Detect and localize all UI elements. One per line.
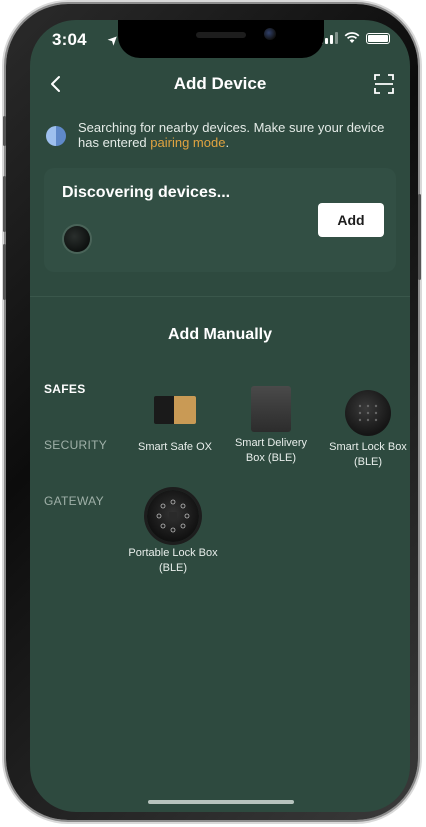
category-security[interactable]: SECURITY (44, 438, 107, 452)
power-button (418, 194, 421, 280)
smart-safe-image (154, 396, 196, 424)
wifi-icon (344, 32, 360, 43)
phone-frame: 3:04 ➤ Add Device Searching for nearby d… (3, 4, 421, 820)
notch (118, 20, 324, 58)
status-icons (320, 32, 390, 44)
speaker-grille (196, 32, 246, 38)
search-info-text: Searching for nearby devices. Make sure … (78, 120, 396, 150)
add-manually-title: Add Manually (167, 326, 272, 343)
category-gateway[interactable]: GATEWAY (44, 494, 104, 508)
device-label: Smart Delivery Box (BLE) (234, 437, 308, 464)
device-smart-safe-ox[interactable]: Smart Safe OX (130, 386, 220, 455)
section-divider (30, 296, 410, 297)
category-safes[interactable]: SAFES (44, 382, 86, 396)
lock-box-image (345, 390, 391, 436)
volume-up-button (3, 176, 6, 232)
scan-qr-icon[interactable] (372, 72, 396, 96)
keypad-ring (156, 499, 190, 533)
device-smart-lock-box[interactable]: Smart Lock Box (BLE) (323, 390, 410, 470)
status-time: 3:04 (52, 30, 87, 49)
add-button[interactable]: Add (318, 203, 384, 237)
battery-icon (366, 32, 390, 44)
discovered-device-icon[interactable] (64, 226, 90, 252)
home-indicator[interactable] (148, 800, 294, 804)
info-text: Searching for nearby devices. Make sure … (78, 120, 385, 150)
keypad-dots (358, 404, 378, 422)
device-label: Smart Lock Box (BLE) (329, 441, 407, 468)
bluetooth-search-icon (46, 126, 66, 146)
device-portable-lock-box[interactable]: Portable Lock Box (BLE) (128, 490, 218, 576)
page-title: Add Device (173, 74, 267, 93)
discovering-card: Discovering devices... Add (44, 168, 396, 272)
device-label: Portable Lock Box (BLE) (128, 547, 218, 574)
front-camera (264, 28, 276, 40)
device-label: Smart Safe OX (138, 441, 212, 453)
discovering-title: Discovering devices... (62, 184, 231, 201)
volume-down-button (3, 244, 6, 300)
pairing-mode-link[interactable]: pairing mode (150, 135, 225, 150)
device-smart-delivery-box[interactable]: Smart Delivery Box (BLE) (226, 386, 316, 466)
info-suffix: . (225, 135, 230, 150)
portable-lock-box-image (147, 490, 199, 542)
delivery-box-image (251, 386, 291, 432)
app-screen: 3:04 ➤ Add Device Searching for nearby d… (30, 20, 410, 812)
silent-switch (3, 116, 6, 146)
search-info: Searching for nearby devices. Make sure … (46, 120, 396, 150)
